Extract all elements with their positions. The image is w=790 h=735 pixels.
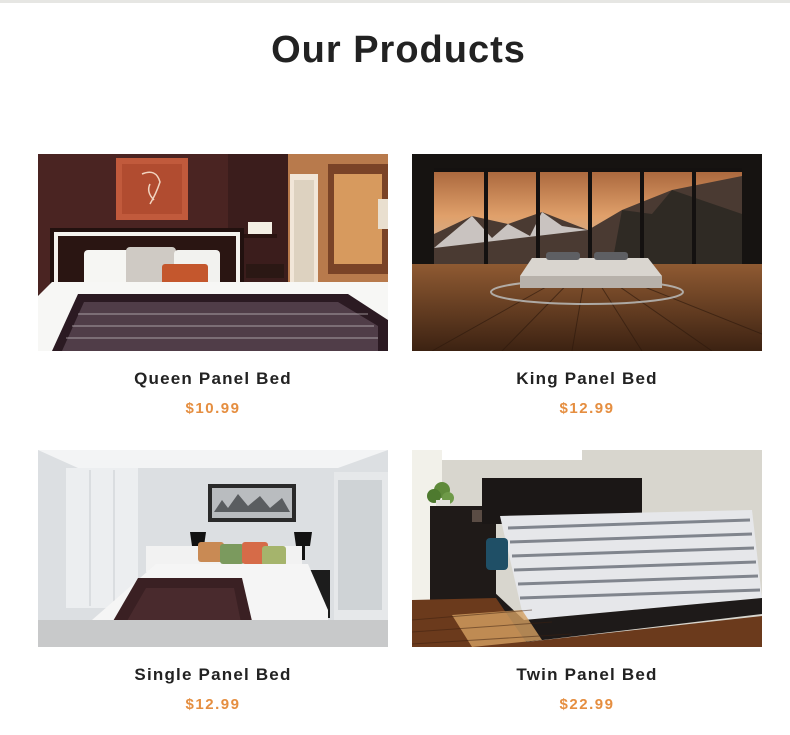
product-image[interactable] — [38, 154, 388, 351]
top-divider — [0, 0, 790, 3]
product-card-twin-panel-bed[interactable]: Twin Panel Bed $22.99 — [412, 450, 762, 715]
product-name[interactable]: King Panel Bed — [412, 368, 762, 390]
product-card-king-panel-bed[interactable]: King Panel Bed $12.99 — [412, 154, 762, 419]
product-image[interactable] — [412, 154, 762, 351]
product-image[interactable] — [38, 450, 388, 647]
product-price: $12.99 — [185, 696, 241, 713]
product-image[interactable] — [412, 450, 762, 647]
product-name[interactable]: Twin Panel Bed — [412, 664, 762, 686]
product-card-single-panel-bed[interactable]: Single Panel Bed $12.99 — [38, 450, 388, 715]
product-name[interactable]: Queen Panel Bed — [38, 368, 388, 390]
product-price: $12.99 — [559, 400, 615, 417]
product-name[interactable]: Single Panel Bed — [38, 664, 388, 686]
product-card-queen-panel-bed[interactable]: Queen Panel Bed $10.99 — [38, 154, 388, 419]
product-price: $10.99 — [185, 400, 241, 417]
page-title: Our Products — [271, 29, 526, 71]
product-price: $22.99 — [559, 696, 615, 713]
